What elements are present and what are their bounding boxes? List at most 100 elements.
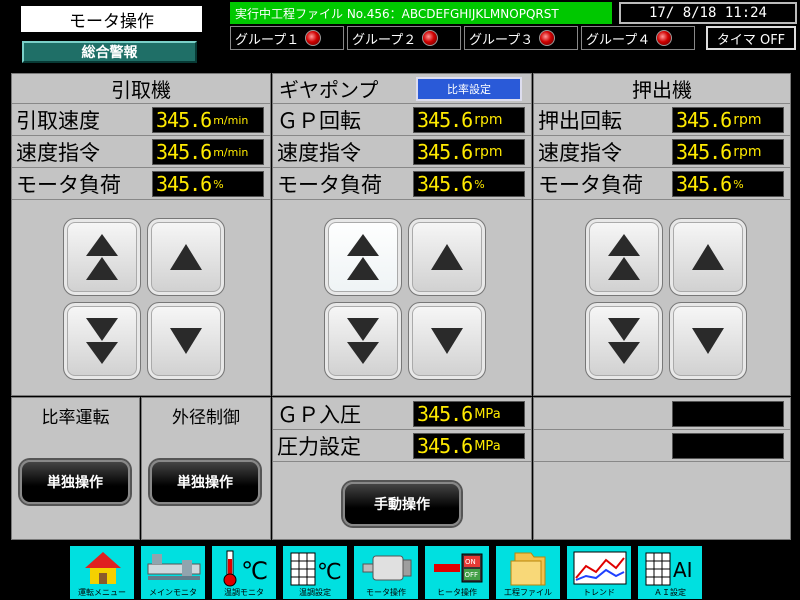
od-control-label: 外径制御 [172, 407, 240, 428]
group-label: グループ３ [469, 32, 534, 48]
gp-speed-command-row: 速度指令 345.6 rpm [273, 136, 531, 168]
row-label: モータ負荷 [16, 172, 121, 197]
manual-operation-button[interactable]: 手動操作 [343, 482, 461, 526]
value-number: 345.6 [156, 108, 212, 132]
general-alarm-button[interactable]: 総合警報 [22, 41, 197, 63]
puller-up-button[interactable] [147, 218, 225, 296]
extruder-fast-down-button[interactable] [585, 302, 663, 380]
value-display: 345.6 rpm [413, 139, 525, 165]
value-display: 345.6 rpm [672, 139, 784, 165]
value-display: 345.6% [152, 171, 264, 197]
value-number: 345.6 [417, 172, 473, 196]
value-unit: % [733, 177, 744, 191]
up-arrow-icon [692, 244, 724, 270]
value-display: 345.6 m/min [152, 139, 264, 165]
row-label: 速度指令 [16, 140, 100, 165]
nav-label: ＡＩ設定 [654, 588, 686, 597]
gear-pump-title: ギヤポンプ [279, 78, 379, 102]
ratio-setting-button[interactable]: 比率設定 [416, 77, 522, 101]
nav-temp-settings[interactable]: ℃ 温調設定 [282, 545, 348, 600]
empty-row-2 [534, 430, 790, 462]
value-number: 345.6 [417, 402, 473, 426]
group-4-button[interactable]: グループ４ [581, 26, 695, 50]
row-label: 速度指令 [277, 140, 361, 165]
page-title: モータ操作 [20, 5, 203, 33]
row-label: モータ負荷 [538, 172, 643, 197]
solo-operation-button-1[interactable]: 単独操作 [20, 460, 130, 504]
gear-pump-header: ギヤポンプ 比率設定 [273, 74, 531, 104]
heater-switch-icon: ON OFF [429, 548, 487, 588]
double-up-arrow-icon [608, 234, 640, 280]
motor-icon [358, 548, 416, 588]
nav-label: 工程ファイル [504, 588, 552, 597]
nav-main-monitor[interactable]: メインモニタ [140, 545, 206, 600]
value-number: 345.6 [676, 140, 732, 164]
timer-toggle-button[interactable]: タイマ OFF [706, 26, 796, 50]
gp-up-button[interactable] [408, 218, 486, 296]
group-label: グループ２ [352, 32, 417, 48]
extruder-fast-up-button[interactable] [585, 218, 663, 296]
nav-temp-monitor[interactable]: ℃ 温調モニタ [211, 545, 277, 600]
value-display: 345.6% [413, 171, 525, 197]
puller-fast-up-button[interactable] [63, 218, 141, 296]
nav-motor-operation[interactable]: モータ操作 [353, 545, 419, 600]
extruder-motor-load-row: モータ負荷 345.6% [534, 168, 790, 200]
puller-speed-command-row: 速度指令 345.6 m/min [12, 136, 270, 168]
gp-pressure-panel: ＧＰ入圧 345.6 MPa 圧力設定 345.6 MPa 手動操作 [272, 397, 532, 540]
extruder-icon [145, 548, 203, 588]
nav-heater-operation[interactable]: ON OFF ヒータ操作 [424, 545, 490, 600]
value-unit: rpm [474, 112, 503, 128]
puller-panel: 引取機 引取速度 345.6 m/min 速度指令 345.6 m/min モータ負… [11, 73, 271, 396]
group-2-button[interactable]: グループ２ [347, 26, 461, 50]
puller-fast-down-button[interactable] [63, 302, 141, 380]
double-down-arrow-icon [86, 318, 118, 364]
red-lamp-icon [539, 30, 556, 46]
house-icon [74, 548, 132, 588]
value-number: 345.6 [417, 108, 473, 132]
puller-speed-buttons [63, 218, 225, 380]
row-label: 圧力設定 [277, 434, 361, 459]
red-lamp-icon [305, 30, 322, 46]
empty-row-1 [534, 398, 790, 430]
svg-text:AI: AI [673, 558, 693, 582]
svg-text:℃: ℃ [317, 560, 342, 585]
nav-ai-settings[interactable]: AI ＡＩ設定 [637, 545, 703, 600]
value-display: 345.6 m/min [152, 107, 264, 133]
nav-operation-menu[interactable]: 運転メニュー [69, 545, 135, 600]
gp-fast-down-button[interactable] [324, 302, 402, 380]
group-label: グループ１ [235, 32, 300, 48]
value-number: 345.6 [156, 172, 212, 196]
datetime-display: 17/ 8/18 11:24 [619, 2, 797, 24]
puller-down-button[interactable] [147, 302, 225, 380]
group-1-button[interactable]: グループ１ [230, 26, 344, 50]
extruder-down-button[interactable] [669, 302, 747, 380]
svg-text:OFF: OFF [465, 571, 479, 579]
ratio-operation-panel: 比率運転 単独操作 [11, 397, 140, 540]
extruder-rotation-row: 押出回転 345.6 rpm [534, 104, 790, 136]
double-up-arrow-icon [86, 234, 118, 280]
group-3-button[interactable]: グループ３ [464, 26, 578, 50]
extruder-up-button[interactable] [669, 218, 747, 296]
row-label: ＧＰ入圧 [277, 402, 361, 427]
value-display: 345.6 MPa [413, 433, 525, 459]
nav-trend[interactable]: トレンド [566, 545, 632, 600]
gp-fast-up-button[interactable] [324, 218, 402, 296]
value-display: 345.6% [672, 171, 784, 197]
down-arrow-icon [170, 328, 202, 354]
pressure-setting-row: 圧力設定 345.6 MPa [273, 430, 531, 462]
up-arrow-icon [431, 244, 463, 270]
svg-text:℃: ℃ [241, 557, 268, 585]
value-unit: rpm [733, 112, 762, 128]
puller-title: 引取機 [12, 74, 270, 104]
nav-process-file[interactable]: 工程ファイル [495, 545, 561, 600]
gp-down-button[interactable] [408, 302, 486, 380]
temp-grid-icon: ℃ [287, 548, 345, 588]
value-unit: m/min [213, 113, 249, 127]
solo-operation-button-2[interactable]: 単独操作 [150, 460, 260, 504]
gp-speed-buttons [324, 218, 486, 380]
group-label: グループ４ [586, 32, 651, 48]
puller-speed-row: 引取速度 345.6 m/min [12, 104, 270, 136]
gp-motor-load-row: モータ負荷 345.6% [273, 168, 531, 200]
trend-chart-icon [571, 548, 629, 588]
folder-icon [500, 548, 558, 588]
